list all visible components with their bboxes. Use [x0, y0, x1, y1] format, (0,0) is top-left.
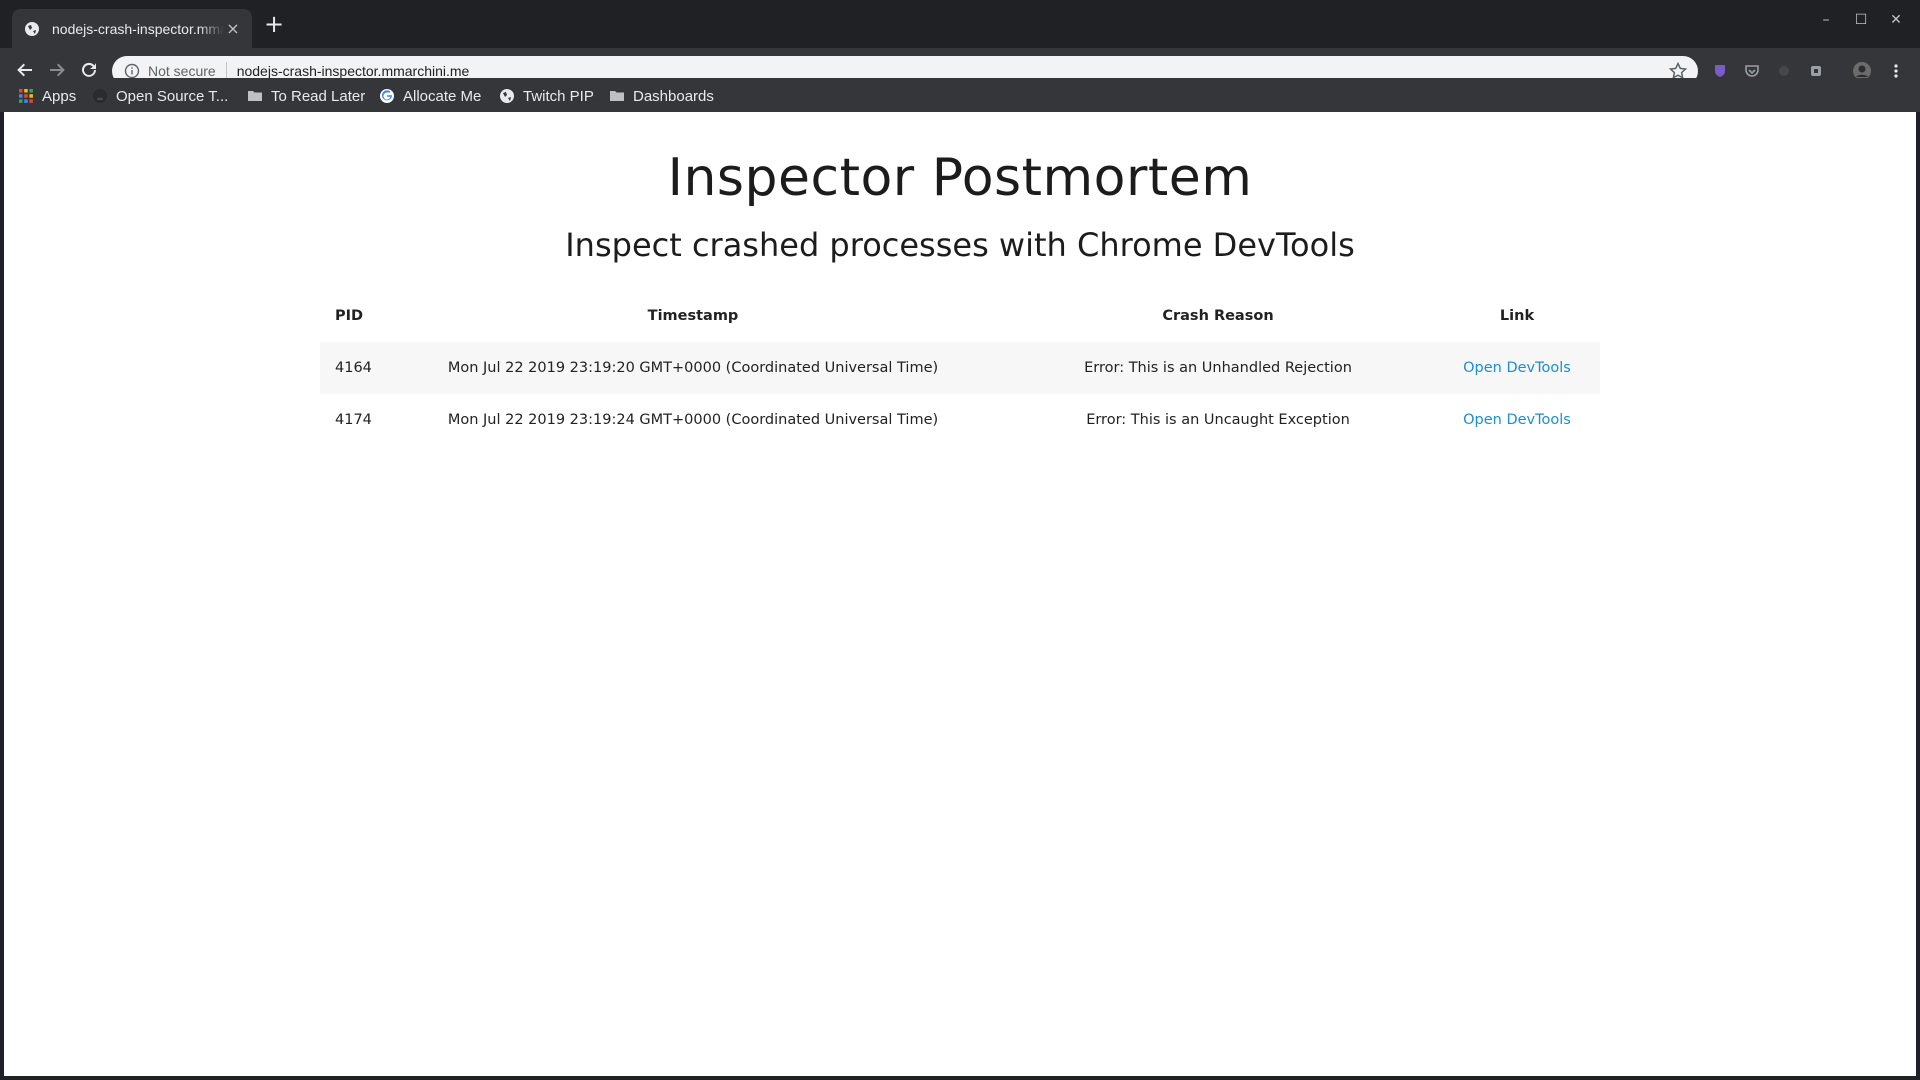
security-label[interactable]: Not secure	[148, 63, 216, 79]
cell-crash-reason: Error: This is an Unhandled Rejection	[1002, 342, 1434, 394]
bookmark-allocate-me[interactable]: Allocate Me	[379, 86, 481, 106]
header-link: Link	[1499, 308, 1535, 324]
cell-link: Open DevTools	[1434, 342, 1600, 394]
close-window-button[interactable]: ✕	[1886, 12, 1906, 32]
folder-icon	[248, 91, 262, 101]
bookmark-apps[interactable]: Apps	[18, 86, 76, 106]
open-devtools-link[interactable]: Open DevTools	[1463, 412, 1571, 428]
maximize-button[interactable]: ☐	[1851, 12, 1871, 32]
new-tab-button[interactable]: +	[264, 12, 284, 36]
bookmark-open-source[interactable]: Open Source T...	[92, 86, 228, 106]
table-header-row: PID Timestamp Crash Reason Link	[320, 290, 1600, 342]
google-icon	[380, 89, 394, 103]
apps-grid-icon	[19, 89, 33, 103]
bookmarks-bar: Apps Open Source T... To Read Later Allo…	[0, 78, 1920, 112]
tab-title: nodejs-crash-inspector.mmarchini.me	[52, 20, 224, 37]
bookmark-folder-to-read-later[interactable]: To Read Later	[247, 86, 365, 106]
extension-faded-icon[interactable]	[1776, 63, 1792, 79]
extension-puzzle-icon[interactable]	[1808, 63, 1824, 79]
bookmark-label: Dashboards	[633, 87, 714, 105]
page-content: Inspector Postmortem Inspect crashed pro…	[4, 112, 1916, 1076]
extension-shield-icon[interactable]	[1712, 63, 1728, 79]
cell-link: Open DevTools	[1434, 394, 1600, 446]
more-menu-icon[interactable]	[1888, 63, 1904, 79]
table-row: 4174 Mon Jul 22 2019 23:19:24 GMT+0000 (…	[320, 394, 1600, 446]
reload-icon	[82, 62, 96, 77]
info-icon[interactable]	[124, 63, 140, 79]
globe-icon	[500, 89, 514, 103]
bookmark-folder-dashboards[interactable]: Dashboards	[609, 86, 714, 106]
bookmark-label: Open Source T...	[116, 87, 229, 105]
pocket-icon[interactable]	[1744, 63, 1760, 79]
cell-timestamp: Mon Jul 22 2019 23:19:24 GMT+0000 (Coord…	[447, 412, 939, 428]
bookmark-label: Twitch PIP	[523, 87, 594, 105]
cell-pid: 4164	[320, 342, 384, 394]
folder-icon	[610, 91, 624, 101]
open-devtools-link[interactable]: Open DevTools	[1463, 360, 1571, 376]
header-crash-reason: Crash Reason	[1162, 308, 1274, 324]
header-pid: PID	[335, 308, 364, 324]
forward-arrow-icon	[50, 63, 65, 77]
tab-close-icon[interactable]: ×	[224, 19, 242, 38]
globe-icon	[25, 21, 39, 36]
cell-timestamp: Mon Jul 22 2019 23:19:20 GMT+0000 (Coord…	[384, 342, 1002, 394]
cell-pid: 4174	[335, 412, 372, 428]
page-subtitle: Inspect crashed processes with Chrome De…	[565, 226, 1355, 264]
url-text[interactable]: nodejs-crash-inspector.mmarchini.me	[237, 63, 470, 79]
minimize-button[interactable]: –	[1816, 12, 1836, 32]
bookmark-twitch-pip[interactable]: Twitch PIP	[499, 86, 594, 106]
github-icon	[93, 89, 107, 103]
back-arrow-icon	[17, 63, 32, 77]
bookmark-label: To Read Later	[271, 87, 366, 105]
bookmark-label: Allocate Me	[403, 87, 482, 105]
table-row: 4164 Mon Jul 22 2019 23:19:20 GMT+0000 (…	[320, 342, 1600, 394]
tab-active[interactable]: nodejs-crash-inspector.mmarchini.me ×	[12, 9, 252, 48]
bookmark-label: Apps	[42, 87, 77, 105]
browser-window: nodejs-crash-inspector.mmarchini.me × + …	[0, 0, 1920, 1080]
cell-crash-reason: Error: This is an Uncaught Exception	[1086, 412, 1350, 428]
crash-table: PID Timestamp Crash Reason Link 4164 Mon…	[320, 290, 1600, 446]
header-timestamp: Timestamp	[647, 308, 739, 324]
page-title: Inspector Postmortem	[667, 148, 1253, 208]
tab-strip: nodejs-crash-inspector.mmarchini.me × + …	[0, 0, 1920, 48]
